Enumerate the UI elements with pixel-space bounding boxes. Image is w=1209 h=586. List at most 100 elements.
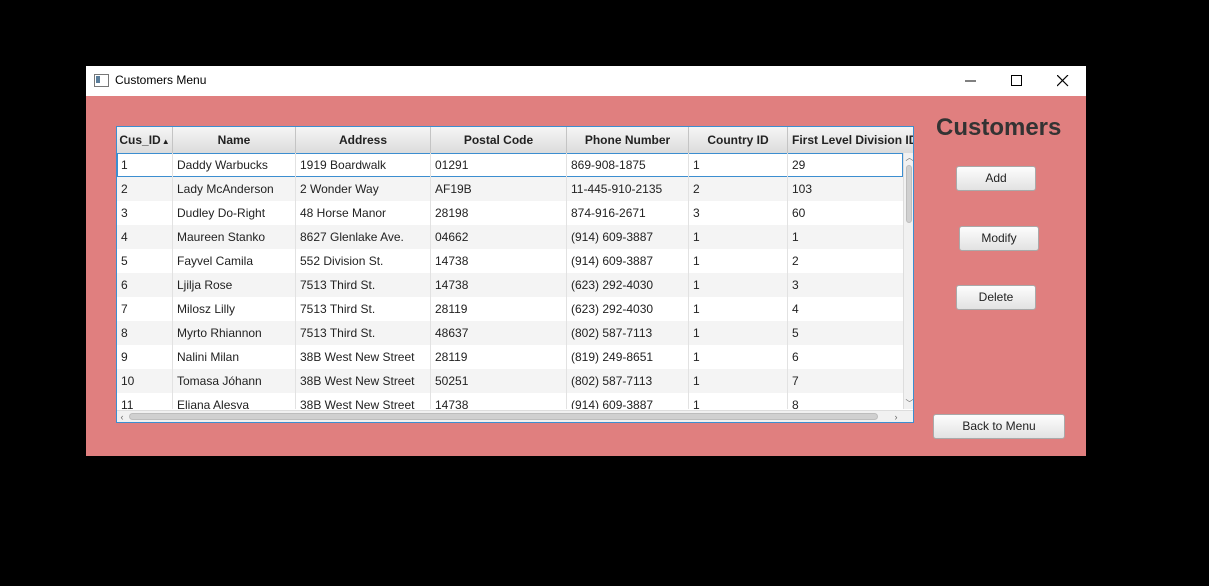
cell-cus-id: 9 bbox=[117, 345, 173, 369]
table-row[interactable]: 1 Daddy Warbucks 1919 Boardwalk 01291 869-90… bbox=[117, 153, 903, 177]
cell-country-id: 1 bbox=[689, 273, 788, 297]
cell-name: Tomasa Jóhann bbox=[173, 369, 296, 393]
cell-first-level-division-id: 60 bbox=[788, 201, 903, 225]
scroll-left-icon[interactable]: ‹ bbox=[117, 411, 127, 422]
cell-cus-id: 3 bbox=[117, 201, 173, 225]
header-col-cus-id[interactable]: Cus_ID▲ bbox=[117, 127, 173, 153]
table-row[interactable]: 5 Fayvel Camila 552 Division St. 14738 (914)… bbox=[117, 249, 903, 273]
header-col-phone-number[interactable]: Phone Number bbox=[567, 127, 689, 153]
cell-country-id: 1 bbox=[689, 297, 788, 321]
horizontal-scroll-thumb[interactable] bbox=[129, 413, 878, 420]
cell-postal-code: AF19B bbox=[431, 177, 567, 201]
cell-address: 38B West New Street bbox=[296, 369, 431, 393]
cell-first-level-division-id: 5 bbox=[788, 321, 903, 345]
cell-phone-number: 874-916-2671 bbox=[567, 201, 689, 225]
cell-first-level-division-id: 2 bbox=[788, 249, 903, 273]
minimize-button[interactable] bbox=[948, 66, 994, 96]
cell-postal-code: 50251 bbox=[431, 369, 567, 393]
table-row[interactable]: 11 Eliana Alesya 38B West New Street 14738(… bbox=[117, 393, 903, 409]
cell-address: 38B West New Street bbox=[296, 345, 431, 369]
header-col-country-id[interactable]: Country ID bbox=[689, 127, 788, 153]
title-bar: Customers Menu bbox=[86, 66, 1086, 96]
table-row[interactable]: 9 Nalini Milan 38B West New Street 28119 (81… bbox=[117, 345, 903, 369]
scroll-down-icon[interactable]: ﹀ bbox=[904, 399, 914, 409]
cell-country-id: 1 bbox=[689, 321, 788, 345]
cell-address: 552 Division St. bbox=[296, 249, 431, 273]
cell-address: 7513 Third St. bbox=[296, 273, 431, 297]
cell-first-level-division-id: 4 bbox=[788, 297, 903, 321]
cell-address: 8627 Glenlake Ave. bbox=[296, 225, 431, 249]
cell-postal-code: 14738 bbox=[431, 249, 567, 273]
cell-phone-number: (914) 609-3887 bbox=[567, 225, 689, 249]
maximize-button[interactable] bbox=[994, 66, 1040, 96]
cell-phone-number: (623) 292-4030 bbox=[567, 273, 689, 297]
cell-cus-id: 8 bbox=[117, 321, 173, 345]
scroll-right-icon[interactable]: › bbox=[891, 411, 901, 422]
header-col-first-level-division-id[interactable]: First Level Division ID bbox=[788, 127, 914, 153]
vertical-scroll-thumb[interactable] bbox=[906, 165, 912, 223]
vertical-scrollbar[interactable]: ︿ ﹀ bbox=[903, 153, 914, 409]
cell-cus-id: 1 bbox=[117, 153, 173, 177]
table-row[interactable]: 4 Maureen Stanko 8627 Glenlake Ave. 04662 (9… bbox=[117, 225, 903, 249]
cell-country-id: 3 bbox=[689, 201, 788, 225]
close-button[interactable] bbox=[1040, 66, 1086, 96]
customers-table[interactable]: Cus_ID▲ Name Address Postal Code Phone Numbe… bbox=[116, 126, 914, 423]
cell-cus-id: 10 bbox=[117, 369, 173, 393]
header-label: Cus_ID bbox=[119, 133, 161, 147]
header-label: First Level Division ID bbox=[792, 133, 914, 147]
cell-phone-number: (802) 587-7113 bbox=[567, 369, 689, 393]
cell-phone-number: (802) 587-7113 bbox=[567, 321, 689, 345]
cell-country-id: 1 bbox=[689, 153, 788, 177]
cell-name: Dudley Do-Right bbox=[173, 201, 296, 225]
cell-postal-code: 01291 bbox=[431, 153, 567, 177]
close-icon bbox=[1057, 75, 1069, 87]
cell-first-level-division-id: 6 bbox=[788, 345, 903, 369]
cell-cus-id: 5 bbox=[117, 249, 173, 273]
cell-first-level-division-id: 29 bbox=[788, 153, 903, 177]
cell-cus-id: 6 bbox=[117, 273, 173, 297]
horizontal-scrollbar[interactable]: ‹ › bbox=[117, 410, 913, 422]
cell-country-id: 1 bbox=[689, 369, 788, 393]
table-row[interactable]: 10 Tomasa Jóhann 38B West New Street 50251(… bbox=[117, 369, 903, 393]
cell-address: 1919 Boardwalk bbox=[296, 153, 431, 177]
header-label: Name bbox=[217, 133, 251, 147]
header-label: Address bbox=[338, 133, 388, 147]
window-title: Customers Menu bbox=[115, 73, 207, 87]
table-row[interactable]: 7 Milosz Lilly 7513 Third St. 28119 (623) 29… bbox=[117, 297, 903, 321]
table-row[interactable]: 2 Lady McAnderson 2 Wonder Way AF19B 11-445-… bbox=[117, 177, 903, 201]
cell-first-level-division-id: 3 bbox=[788, 273, 903, 297]
cell-country-id: 2 bbox=[689, 177, 788, 201]
header-label: Country ID bbox=[707, 133, 769, 147]
customers-window: Customers Menu Cus_ID▲ Name Address Postal … bbox=[86, 66, 1086, 456]
header-col-name[interactable]: Name bbox=[173, 127, 296, 153]
cell-address: 2 Wonder Way bbox=[296, 177, 431, 201]
cell-phone-number: (914) 609-3887 bbox=[567, 249, 689, 273]
cell-first-level-division-id: 8 bbox=[788, 393, 903, 409]
add-button[interactable]: Add bbox=[956, 166, 1036, 191]
cell-postal-code: 14738 bbox=[431, 273, 567, 297]
cell-phone-number: (623) 292-4030 bbox=[567, 297, 689, 321]
header-col-postal-code[interactable]: Postal Code bbox=[431, 127, 567, 153]
cell-name: Myrto Rhiannon bbox=[173, 321, 296, 345]
modify-button[interactable]: Modify bbox=[959, 226, 1039, 251]
delete-button[interactable]: Delete bbox=[956, 285, 1036, 310]
header-col-address[interactable]: Address bbox=[296, 127, 431, 153]
table-row[interactable]: 8 Myrto Rhiannon 7513 Third St. 48637 (802) … bbox=[117, 321, 903, 345]
cell-country-id: 1 bbox=[689, 225, 788, 249]
cell-postal-code: 14738 bbox=[431, 393, 567, 409]
table-body[interactable]: 1 Daddy Warbucks 1919 Boardwalk 01291 869-90… bbox=[117, 153, 903, 409]
cell-name: Nalini Milan bbox=[173, 345, 296, 369]
cell-country-id: 1 bbox=[689, 249, 788, 273]
cell-country-id: 1 bbox=[689, 345, 788, 369]
back-to-menu-button[interactable]: Back to Menu bbox=[933, 414, 1065, 439]
cell-postal-code: 28198 bbox=[431, 201, 567, 225]
table-row[interactable]: 3 Dudley Do-Right 48 Horse Manor 28198 874-9… bbox=[117, 201, 903, 225]
table-header: Cus_ID▲ Name Address Postal Code Phone Numbe… bbox=[117, 127, 914, 154]
cell-first-level-division-id: 103 bbox=[788, 177, 903, 201]
scroll-up-icon[interactable]: ︿ bbox=[904, 153, 914, 163]
cell-postal-code: 28119 bbox=[431, 297, 567, 321]
app-icon bbox=[94, 74, 109, 87]
cell-name: Ljilja Rose bbox=[173, 273, 296, 297]
table-row[interactable]: 6 Ljilja Rose 7513 Third St. 14738 (623) 292… bbox=[117, 273, 903, 297]
cell-first-level-division-id: 1 bbox=[788, 225, 903, 249]
